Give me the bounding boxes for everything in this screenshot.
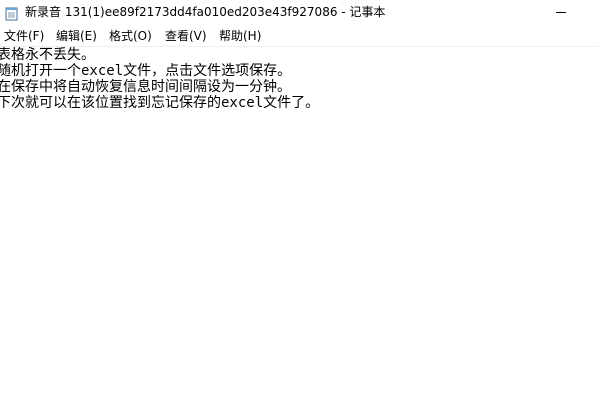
menu-format[interactable]: 格式(O) <box>109 28 152 44</box>
text-line: 随机打开一个excel文件，点击文件选项保存。 <box>0 63 292 79</box>
text-line: 在保存中将自动恢复信息时间间隔设为一分钟。 <box>0 79 291 95</box>
minimize-icon <box>556 12 566 13</box>
text-line: 表格永不丢失。 <box>0 47 95 63</box>
text-line: 下次就可以在该位置找到忘记保存的excel文件了。 <box>0 95 320 111</box>
menu-view[interactable]: 查看(V) <box>165 28 207 44</box>
window-title: 新录音 131(1)ee89f2173dd4fa010ed203e43f9270… <box>25 5 386 19</box>
menu-bar: 文件(F) 编辑(E) 格式(O) 查看(V) 帮助(H) <box>0 26 599 47</box>
menu-file[interactable]: 文件(F) <box>4 28 44 44</box>
menu-help[interactable]: 帮助(H) <box>219 28 261 44</box>
text-editor[interactable]: 表格永不丢失。 随机打开一个excel文件，点击文件选项保存。 在保存中将自动恢… <box>0 47 599 398</box>
notepad-icon <box>5 6 18 21</box>
notepad-window: 新录音 131(1)ee89f2173dd4fa010ed203e43f9270… <box>0 0 599 398</box>
menu-edit[interactable]: 编辑(E) <box>56 28 97 44</box>
minimize-button[interactable] <box>539 0 585 25</box>
title-bar[interactable]: 新录音 131(1)ee89f2173dd4fa010ed203e43f9270… <box>0 0 599 25</box>
